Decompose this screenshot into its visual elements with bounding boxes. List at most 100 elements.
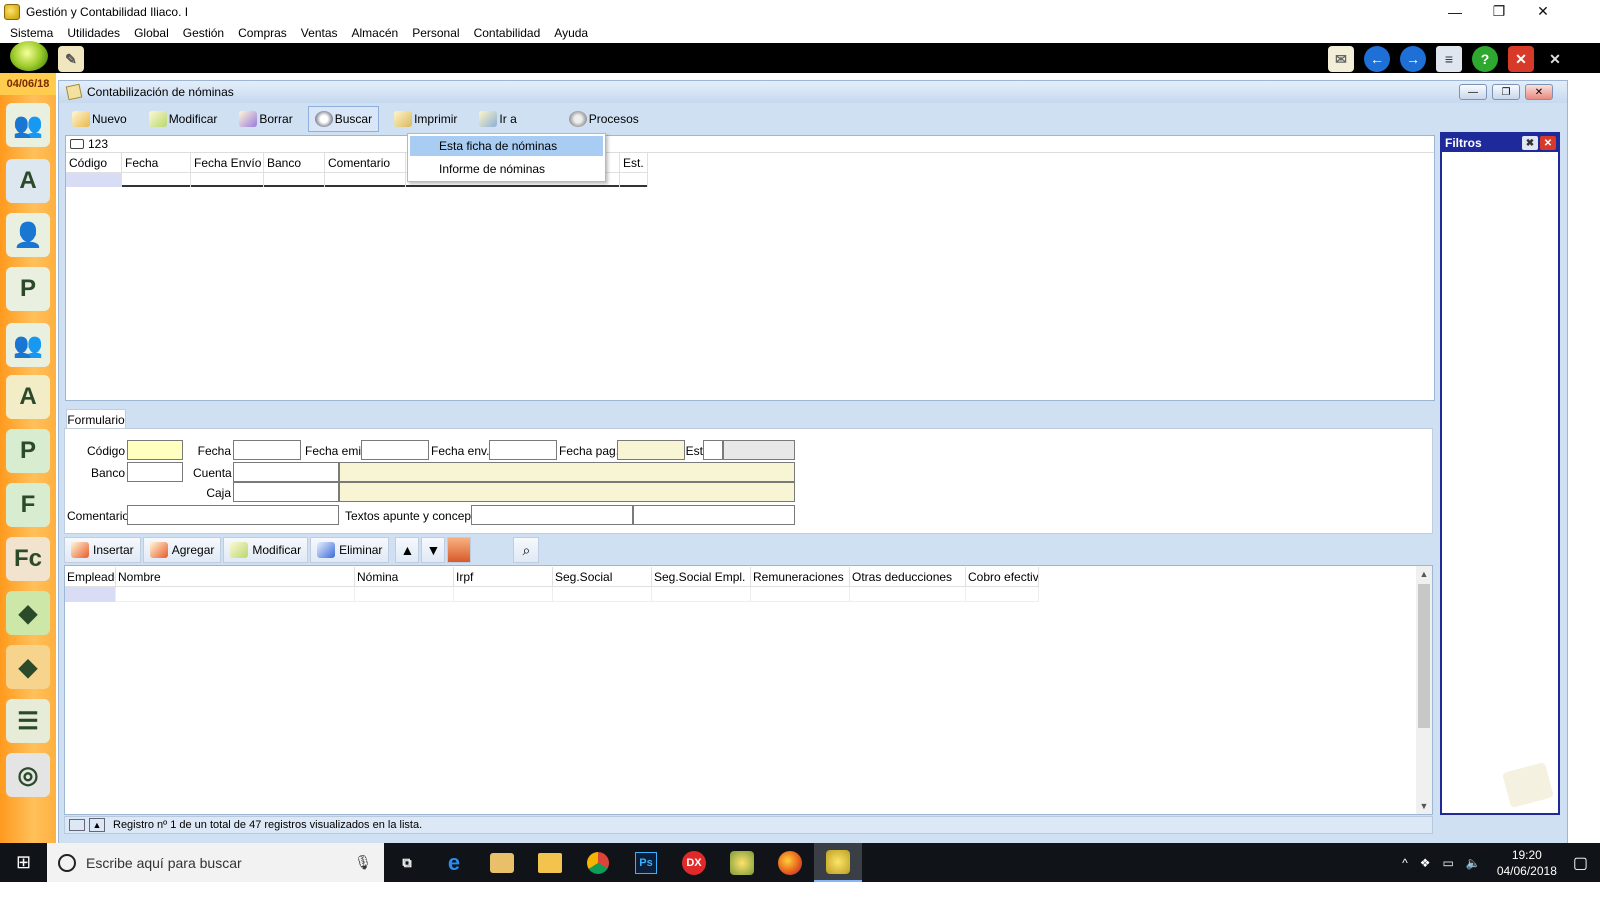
pin-icon[interactable]: ✖ [1522, 136, 1538, 150]
menu-almacen[interactable]: Almacén [345, 26, 406, 40]
table-row[interactable] [65, 587, 1039, 602]
detail-scrollbar[interactable]: ▲ ▼ [1416, 566, 1432, 814]
bag-green-icon[interactable]: ◆ [6, 591, 50, 635]
scroll-thumb[interactable] [1418, 584, 1430, 728]
collapse-icon[interactable]: ▲ [89, 818, 105, 832]
menu-utilidades[interactable]: Utilidades [60, 26, 127, 40]
tray-expand-icon[interactable]: ^ [1402, 856, 1408, 870]
dx-icon[interactable]: DX [670, 843, 718, 882]
buscar-button[interactable]: Buscar [307, 106, 380, 132]
menu-ayuda[interactable]: Ayuda [547, 26, 595, 40]
exit-icon[interactable]: ✕ [1542, 46, 1568, 72]
move-up-button[interactable]: ▲ [395, 537, 420, 563]
scroll-down-icon[interactable]: ▼ [1416, 798, 1432, 814]
col-fecha[interactable]: Fecha [122, 153, 191, 173]
forward-arrow-icon[interactable]: → [1400, 46, 1426, 72]
notifications-icon[interactable]: ▢ [1573, 853, 1588, 873]
ledger-icon[interactable]: ☰ [6, 699, 50, 743]
borrar-button[interactable]: Borrar [232, 106, 299, 132]
inner-restore-button[interactable]: ❐ [1492, 84, 1520, 100]
detail-modificar-button[interactable]: Modificar [223, 537, 309, 563]
caja-field[interactable] [233, 482, 339, 502]
minimize-button[interactable]: — [1432, 0, 1478, 23]
chrome-icon[interactable] [574, 843, 622, 882]
person-p-icon[interactable]: P [6, 267, 50, 311]
accounts-icon[interactable]: A [6, 159, 50, 203]
move-down-button[interactable]: ▼ [421, 537, 446, 563]
col-otras-deducciones[interactable]: Otras deducciones [850, 567, 966, 587]
texto-concepto-field[interactable] [633, 505, 795, 525]
clock[interactable]: 19:20 04/06/2018 [1497, 847, 1557, 879]
imprimir-button[interactable]: Imprimir [387, 106, 464, 132]
filters-close-icon[interactable]: ✕ [1540, 136, 1556, 150]
col-codigo[interactable]: Código [66, 153, 122, 173]
inner-minimize-button[interactable]: — [1459, 84, 1487, 100]
tab-formulario[interactable]: Formulario [66, 409, 126, 429]
col-empleado[interactable]: Empleado [65, 567, 116, 587]
group-icon[interactable]: 👥 [6, 323, 50, 367]
notes-icon[interactable]: ✎ [58, 46, 84, 72]
inner-close-button[interactable]: ✕ [1525, 84, 1553, 100]
menu-contabilidad[interactable]: Contabilidad [467, 26, 548, 40]
close-button[interactable]: ✕ [1520, 0, 1566, 23]
est-field[interactable] [703, 440, 723, 460]
back-arrow-icon[interactable]: ← [1364, 46, 1390, 72]
photoshop-icon[interactable]: Ps [622, 843, 670, 882]
search-input[interactable] [88, 137, 288, 151]
menu-sistema[interactable]: Sistema [3, 26, 60, 40]
disc-icon[interactable]: ◎ [6, 753, 50, 797]
procesos-button[interactable]: Procesos [562, 106, 646, 132]
edge-icon[interactable]: e [430, 843, 478, 882]
col-cobro-efectivo[interactable]: Cobro efectivo [966, 567, 1039, 587]
dropdown-option-informe[interactable]: Informe de nóminas [408, 158, 605, 180]
col-seg-social-empl[interactable]: Seg.Social Empl. [652, 567, 751, 587]
texto-apunte-field[interactable] [471, 505, 633, 525]
col-comentario[interactable]: Comentario [325, 153, 406, 173]
restore-button[interactable]: ❐ [1476, 0, 1522, 23]
person-a-icon[interactable]: A [6, 375, 50, 419]
modificar-button[interactable]: Modificar [142, 106, 225, 132]
col-est[interactable]: Est. [620, 153, 648, 173]
f-doc-icon[interactable]: F [6, 483, 50, 527]
microphone-icon[interactable]: 🎙 [354, 854, 372, 871]
task-view-icon[interactable]: ⧉ [384, 843, 430, 882]
codigo-field[interactable] [127, 440, 183, 460]
fc-doc-icon[interactable]: Fc [6, 537, 50, 581]
scroll-up-icon[interactable]: ▲ [1416, 566, 1432, 582]
col-seg-social[interactable]: Seg.Social [553, 567, 652, 587]
insertar-button[interactable]: Insertar [64, 537, 141, 563]
help-icon[interactable]: ? [1472, 46, 1498, 72]
person-icon[interactable]: 👤 [6, 213, 50, 257]
fecha-env-field[interactable] [489, 440, 557, 460]
ir-a-button[interactable]: Ir a [472, 106, 523, 132]
windows-list-icon[interactable]: ≡ [1436, 46, 1462, 72]
comentario-field[interactable] [127, 505, 339, 525]
mail-icon[interactable]: ✉ [1328, 46, 1354, 72]
cuenta-field[interactable] [233, 462, 339, 482]
nuevo-button[interactable]: Nuevo [65, 106, 134, 132]
home-orb-icon[interactable] [10, 41, 48, 71]
menu-global[interactable]: Global [127, 26, 176, 40]
menu-personal[interactable]: Personal [405, 26, 466, 40]
menu-ventas[interactable]: Ventas [294, 26, 345, 40]
col-remuneraciones[interactable]: Remuneraciones [751, 567, 850, 587]
col-fecha-envio[interactable]: Fecha Envío [191, 153, 264, 173]
dropdown-option-esta-ficha[interactable]: Esta ficha de nóminas [410, 136, 603, 156]
network-icon[interactable]: ▭ [1443, 856, 1454, 870]
col-nomina[interactable]: Nómina [355, 567, 454, 587]
iliaco-icon[interactable] [814, 843, 862, 882]
col-banco[interactable]: Banco [264, 153, 325, 173]
eliminar-button[interactable]: Eliminar [310, 537, 390, 563]
office-icon[interactable] [447, 537, 472, 563]
fecha-pag-field[interactable] [617, 440, 685, 460]
mail-icon[interactable] [478, 843, 526, 882]
col-nombre[interactable]: Nombre [116, 567, 355, 587]
user-search-icon[interactable]: ⌕ [513, 537, 540, 563]
firefox-icon[interactable] [766, 843, 814, 882]
close-all-icon[interactable]: ✕ [1508, 46, 1534, 72]
windows-start-icon[interactable]: ⊞ [0, 843, 47, 882]
taskbar-search[interactable]: Escribe aquí para buscar 🎙 [47, 843, 384, 882]
banco-field[interactable] [127, 462, 183, 482]
fecha-field[interactable] [233, 440, 301, 460]
p-doc-icon[interactable]: P [6, 429, 50, 473]
